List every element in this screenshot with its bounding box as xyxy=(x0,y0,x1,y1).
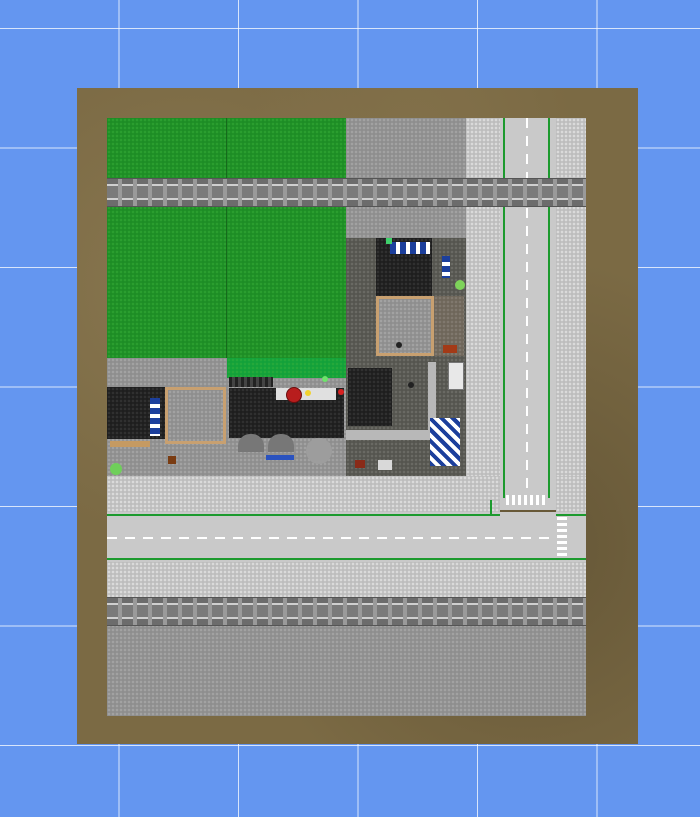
archway xyxy=(268,434,294,452)
sidewalk-horizontal-bottom xyxy=(107,562,586,598)
awning xyxy=(442,256,450,278)
bench-icon xyxy=(110,441,150,447)
fountain xyxy=(306,438,332,464)
road-edge-line xyxy=(556,514,586,516)
awning xyxy=(390,242,430,254)
dark-structure xyxy=(348,368,392,426)
railway-track-top xyxy=(107,178,586,207)
planter xyxy=(168,456,176,464)
crosswalk xyxy=(506,495,546,505)
lamp-icon xyxy=(305,390,311,396)
track-icon xyxy=(229,377,273,387)
clock-icon xyxy=(286,387,302,403)
road-edge-line xyxy=(503,118,505,498)
railway-track-bottom xyxy=(107,597,586,626)
bench-icon xyxy=(266,455,294,460)
road-edge-line xyxy=(107,558,586,560)
lamp-icon xyxy=(408,382,414,388)
flower-dot xyxy=(338,389,344,395)
archway xyxy=(238,434,264,452)
road-edge-line xyxy=(548,118,550,498)
road-center-dash xyxy=(107,537,557,539)
pavement-plate-bottom xyxy=(107,624,586,716)
flower-dot xyxy=(322,376,328,382)
bench-icon xyxy=(355,460,365,468)
sidewalk-vertical-right xyxy=(556,118,586,508)
building-tan-roof-right xyxy=(376,296,434,356)
sidewalk-vertical-left xyxy=(466,118,500,508)
roof-vent xyxy=(396,342,402,348)
car-icon xyxy=(448,362,464,390)
grass-strip xyxy=(227,358,346,378)
tree-icon xyxy=(455,280,465,290)
building-tan-roof-left xyxy=(165,387,226,444)
road-corner-curve xyxy=(490,500,492,514)
car-icon xyxy=(378,460,392,470)
crosswalk xyxy=(557,517,567,557)
sidewalk-horizontal-top xyxy=(107,476,500,512)
awning xyxy=(150,398,160,436)
sidewalk-horizontal-top-right xyxy=(556,476,586,512)
road-center-dash xyxy=(526,118,528,493)
plate-seam xyxy=(226,118,227,358)
mosaic-tile xyxy=(430,418,460,466)
road-edge-line xyxy=(107,514,500,516)
platform-strip xyxy=(346,430,432,440)
tree-icon xyxy=(110,463,122,475)
bench-icon xyxy=(443,345,457,353)
flower-dot xyxy=(386,238,392,244)
